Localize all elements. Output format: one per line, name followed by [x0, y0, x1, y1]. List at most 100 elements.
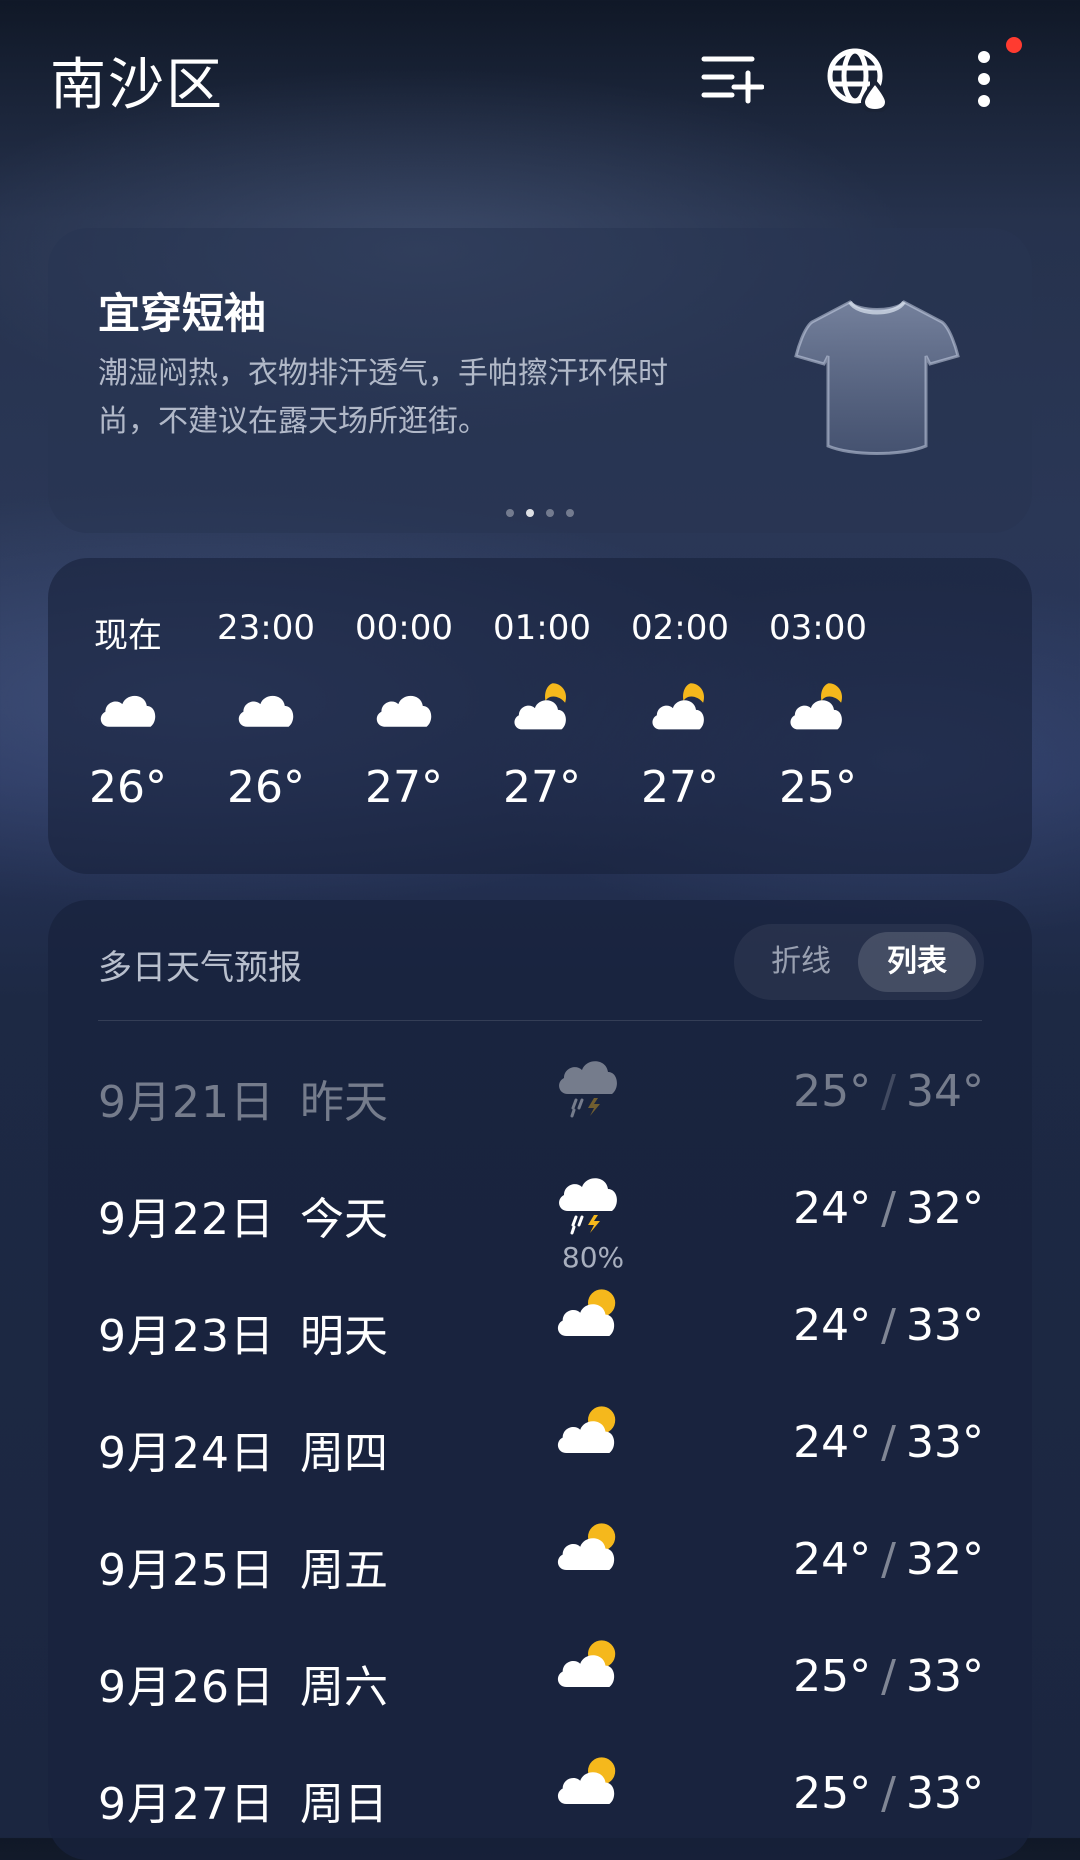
forecast-row[interactable]: 9月23日 明天 24°/33°: [48, 1274, 1032, 1391]
forecast-temps: 25°/33°: [793, 1768, 984, 1819]
forecast-row[interactable]: 9月25日 周五 24°/32°: [48, 1508, 1032, 1625]
thunderstorm-icon: [553, 1165, 633, 1245]
forecast-date: 9月25日: [98, 1545, 275, 1596]
pager-dot-active: [526, 509, 534, 517]
temp-separator: /: [881, 1768, 896, 1819]
forecast-day: 周五: [300, 1545, 388, 1596]
forecast-row[interactable]: 9月26日 周六 25°/33°: [48, 1625, 1032, 1742]
partly-cloudy-night-icon: [467, 652, 617, 762]
forecast-day: 明天: [300, 1311, 388, 1362]
forecast-day: 周六: [300, 1662, 388, 1713]
high-temp: 32°: [906, 1183, 984, 1234]
hour-time: 03:00: [769, 608, 867, 648]
forecast-day: 周日: [300, 1779, 388, 1830]
low-temp: 24°: [793, 1534, 872, 1585]
partly-cloudy-day-icon: [553, 1282, 633, 1362]
precipitation-chance: 80%: [561, 1241, 625, 1274]
hourly-item: 00:00 27°: [329, 608, 479, 813]
forecast-temps: 24°/32°: [793, 1534, 984, 1585]
hour-temp: 26°: [227, 762, 305, 813]
pager-dot: [546, 509, 554, 517]
forecast-temps: 24°/32°: [793, 1183, 984, 1234]
hour-temp: 26°: [89, 762, 167, 813]
pager-dot: [566, 509, 574, 517]
tip-text: 潮湿闷热，衣物排汗透气，手帕擦汗环保时尚，不建议在露天场所逛街。: [98, 356, 668, 439]
temp-separator: /: [881, 1300, 896, 1351]
temp-separator: /: [881, 1066, 896, 1117]
hour-temp: 27°: [503, 762, 581, 813]
tshirt-icon: [792, 290, 962, 464]
partly-cloudy-night-icon: [743, 652, 893, 762]
forecast-row[interactable]: 9月22日 今天 80% 24°/32°: [48, 1157, 1032, 1274]
high-temp: 33°: [906, 1768, 984, 1819]
hour-time: 01:00: [493, 608, 591, 648]
low-temp: 24°: [793, 1183, 872, 1234]
high-temp: 33°: [906, 1651, 984, 1702]
pager-dots: [48, 509, 1032, 517]
forecast-date: 9月24日: [98, 1428, 275, 1479]
line-chart-tab[interactable]: 折线: [742, 932, 860, 992]
high-temp: 33°: [906, 1300, 984, 1351]
high-temp: 34°: [906, 1066, 984, 1117]
pager-dot: [506, 509, 514, 517]
hour-time: 00:00: [355, 608, 453, 648]
hour-time: 23:00: [217, 608, 315, 648]
cloudy-icon: [53, 652, 203, 762]
hourly-item: 03:00 25°: [743, 608, 893, 813]
hourly-forecast-card[interactable]: 现在 26° 23:00 26° 00:00 27° 01:00 27° 02:…: [48, 558, 1032, 874]
high-temp: 33°: [906, 1417, 984, 1468]
hourly-list: 现在 26° 23:00 26° 00:00 27° 01:00 27° 02:…: [48, 558, 1032, 874]
divider: [98, 1020, 982, 1021]
forecast-day: 今天: [300, 1194, 388, 1245]
hour-temp: 27°: [365, 762, 443, 813]
hour-temp: 27°: [641, 762, 719, 813]
forecast-row[interactable]: 9月24日 周四 24°/33°: [48, 1391, 1032, 1508]
high-temp: 32°: [906, 1534, 984, 1585]
low-temp: 25°: [793, 1066, 872, 1117]
low-temp: 24°: [793, 1300, 872, 1351]
list-tab[interactable]: 列表: [858, 932, 976, 992]
top-bar: 南沙区: [0, 0, 1080, 160]
forecast-temps: 24°/33°: [793, 1417, 984, 1468]
forecast-date: 9月22日: [98, 1194, 275, 1245]
hourly-item: 01:00 27°: [467, 608, 617, 813]
view-toggle: 折线 列表: [734, 924, 984, 1000]
low-temp: 25°: [793, 1651, 872, 1702]
city-name[interactable]: 南沙区: [50, 40, 224, 121]
thunderstorm-icon: [553, 1048, 633, 1128]
cloudy-icon: [191, 652, 341, 762]
notification-dot: [1006, 37, 1022, 53]
global-weather-icon[interactable]: [823, 44, 893, 114]
partly-cloudy-day-icon: [553, 1516, 633, 1596]
hourly-item: 现在 26°: [53, 608, 203, 813]
partly-cloudy-day-icon: [553, 1633, 633, 1713]
forecast-title: 多日天气预报: [98, 948, 302, 988]
temp-separator: /: [881, 1417, 896, 1468]
forecast-temps: 25°/33°: [793, 1651, 984, 1702]
forecast-temps: 25°/34°: [793, 1066, 984, 1117]
partly-cloudy-day-icon: [553, 1399, 633, 1479]
low-temp: 24°: [793, 1417, 872, 1468]
hour-time: 现在: [94, 616, 162, 656]
forecast-day: 昨天: [300, 1077, 388, 1128]
hour-temp: 25°: [779, 762, 857, 813]
clothing-tip-card[interactable]: 宜穿短袖 潮湿闷热，衣物排汗透气，手帕擦汗环保时尚，不建议在露天场所逛街。: [48, 228, 1032, 533]
hour-time: 02:00: [631, 608, 729, 648]
forecast-date: 9月27日: [98, 1779, 275, 1830]
forecast-row[interactable]: 9月27日 周日 25°/33°: [48, 1742, 1032, 1859]
partly-cloudy-night-icon: [605, 652, 755, 762]
hourly-item: 23:00 26°: [191, 608, 341, 813]
forecast-day: 周四: [300, 1428, 388, 1479]
more-menu-icon[interactable]: [949, 44, 1019, 114]
forecast-date: 9月26日: [98, 1662, 275, 1713]
add-city-list-icon[interactable]: [697, 44, 767, 114]
daily-forecast-card: 多日天气预报 折线 列表 9月21日 昨天 25°/34° 9月22日 今天 8…: [48, 900, 1032, 1860]
forecast-row[interactable]: 9月21日 昨天 25°/34°: [48, 1040, 1032, 1157]
temp-separator: /: [881, 1651, 896, 1702]
partly-cloudy-day-icon: [553, 1750, 633, 1830]
temp-separator: /: [881, 1183, 896, 1234]
low-temp: 25°: [793, 1768, 872, 1819]
cloudy-icon: [329, 652, 479, 762]
tip-title: 宜穿短袖: [98, 289, 267, 338]
temp-separator: /: [881, 1534, 896, 1585]
